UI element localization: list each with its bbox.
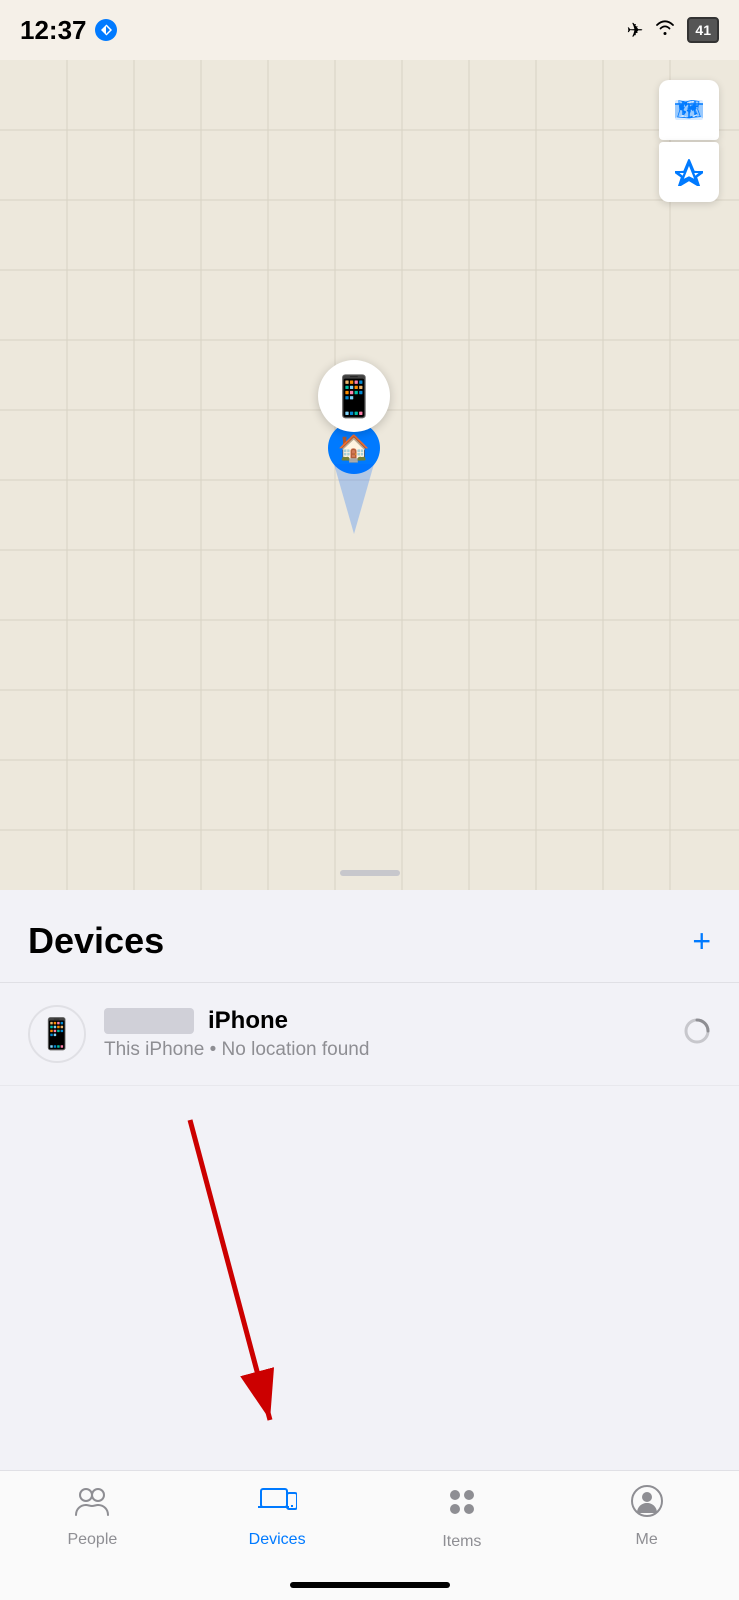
status-right: ✈ 41 <box>627 17 719 43</box>
people-icon <box>74 1485 110 1525</box>
tab-me[interactable]: Me <box>554 1485 739 1549</box>
devices-panel: Devices + 📱 iPhone This iPhone • No loca… <box>0 890 739 1500</box>
loading-spinner <box>683 1017 711 1052</box>
tab-people[interactable]: People <box>0 1485 185 1549</box>
device-name: iPhone <box>208 1007 288 1035</box>
drag-handle[interactable] <box>340 870 400 876</box>
me-icon <box>631 1485 663 1525</box>
home-indicator <box>290 1582 450 1588</box>
tab-bar: People Devices Items <box>0 1470 739 1600</box>
map-type-button[interactable]: 🗺 <box>659 80 719 140</box>
device-name-row: iPhone <box>104 1007 665 1035</box>
status-time: 12:37 <box>20 15 117 46</box>
map-controls: 🗺 <box>659 80 719 202</box>
map-view[interactable]: 🗺 📱 🏠 <box>0 60 739 920</box>
location-services-icon <box>95 19 117 41</box>
time-display: 12:37 <box>20 15 87 46</box>
location-beam <box>334 464 374 534</box>
device-map-marker[interactable]: 📱 🏠 <box>318 360 390 474</box>
panel-header: Devices + <box>0 890 739 983</box>
wifi-icon <box>653 18 677 42</box>
device-list-item[interactable]: 📱 iPhone This iPhone • No location found <box>0 983 739 1086</box>
device-subtitle: This iPhone • No location found <box>104 1039 665 1061</box>
svg-text:🗺: 🗺 <box>676 99 701 121</box>
device-info: iPhone This iPhone • No location found <box>104 1007 665 1061</box>
items-icon <box>445 1485 479 1527</box>
tab-items-label: Items <box>442 1533 481 1551</box>
device-name-redacted <box>104 1008 194 1034</box>
tab-items[interactable]: Items <box>370 1485 555 1551</box>
add-device-button[interactable]: + <box>692 925 711 957</box>
battery-indicator: 41 <box>687 17 719 43</box>
airplane-icon: ✈ <box>627 18 644 43</box>
tab-devices[interactable]: Devices <box>185 1485 370 1549</box>
devices-icon <box>257 1485 297 1525</box>
location-button[interactable] <box>659 142 719 202</box>
panel-title: Devices <box>28 920 164 962</box>
device-icon: 📱 <box>28 1005 86 1063</box>
status-bar: 12:37 ✈ 41 <box>0 0 739 60</box>
device-bubble: 📱 <box>318 360 390 432</box>
tab-me-label: Me <box>636 1531 658 1549</box>
tab-devices-label: Devices <box>249 1531 306 1549</box>
tab-people-label: People <box>67 1531 117 1549</box>
